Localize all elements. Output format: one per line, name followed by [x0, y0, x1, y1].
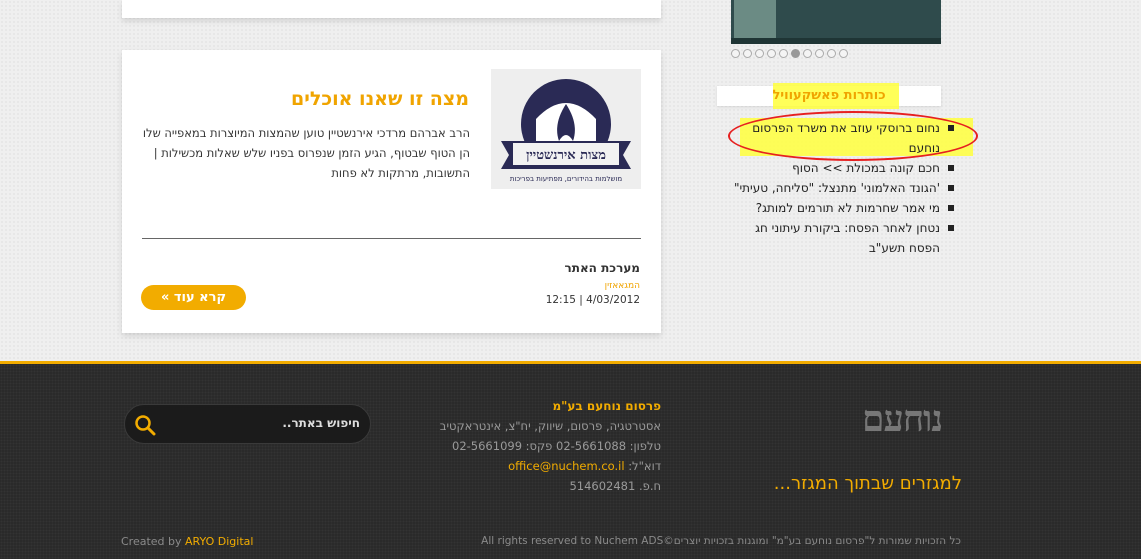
red-annotation-circle	[728, 111, 978, 161]
slider-dot[interactable]	[827, 49, 836, 58]
search-box[interactable]: חיפוש באתר..	[124, 404, 371, 444]
headline-item[interactable]: חכם קונה במכולת >> הסוף	[730, 158, 957, 178]
slider-dot[interactable]	[803, 49, 812, 58]
read-more-button[interactable]: קרא עוד »	[141, 285, 246, 310]
search-input[interactable]: חיפוש באתר..	[282, 416, 360, 430]
slider-dot[interactable]	[839, 49, 848, 58]
logo-text: מצות אירנשטיין	[526, 148, 606, 163]
slider-dots	[731, 49, 848, 61]
article-category[interactable]: המגאאזין	[605, 281, 640, 291]
banner-slider[interactable]	[731, 0, 941, 44]
slider-dot[interactable]	[779, 49, 788, 58]
matzah-logo-icon: מצות אירנשטיין מושלמות בהידורים, מפתיעות…	[491, 69, 641, 189]
site-credit: Created by ARYO Digital	[121, 535, 253, 548]
previous-article-card	[122, 0, 661, 18]
email-link[interactable]: office@nuchem.co.il	[508, 459, 624, 473]
headline-item[interactable]: נטחן לאחר הפסח: ביקורת עיתוני חג הפסח תש…	[730, 218, 957, 258]
search-icon[interactable]	[134, 414, 156, 436]
slider-dot[interactable]	[731, 49, 740, 58]
article-date: 12:15 | 4/03/2012	[545, 294, 640, 306]
company-email-row: דוא"ל: office@nuchem.co.il	[436, 456, 661, 476]
credit-prefix: Created by	[121, 535, 182, 548]
company-services: אסטרטגיה, פרסום, שיווק, יח"צ, אינטראקטיב	[439, 419, 661, 433]
email-label: דוא"ל:	[628, 459, 661, 473]
sidebar-title: כותרות פאשקעוויל	[772, 88, 886, 103]
company-name: פרסום נוחעם בע"מ	[552, 399, 662, 413]
company-info: פרסום נוחעם בע"מ אסטרטגיה, פרסום, שיווק,…	[436, 396, 661, 496]
credit-link[interactable]: ARYO Digital	[185, 535, 253, 548]
divider	[142, 238, 641, 239]
company-phone: טלפון: 02-5661088 פקס: 02-5661099	[452, 439, 661, 453]
headline-item[interactable]: מי אמר שחרמות לא תורמים למותג?	[730, 198, 957, 218]
article-title[interactable]: מצה זו שאנו אוכלים	[291, 88, 469, 110]
copyright: כל הזכויות שמורות ל"פרסום נוחעם בע"מ" ומ…	[481, 535, 961, 547]
headline-item[interactable]: 'הגונד האלמוני' מתנצל: "סליחה, טעיתי"	[730, 178, 957, 198]
slider-book-image	[734, 0, 776, 40]
slider-caption-strip	[731, 38, 941, 44]
article-author: מערכת האתר	[564, 261, 640, 275]
footer-logo[interactable]: נוחעם	[862, 398, 943, 440]
slider-dot[interactable]	[743, 49, 752, 58]
article-thumbnail[interactable]: מצות אירנשטיין מושלמות בהידורים, מפתיעות…	[491, 69, 641, 189]
slider-dot[interactable]	[755, 49, 764, 58]
company-id: ח.פ. 514602481	[569, 479, 661, 493]
slider-dot[interactable]	[815, 49, 824, 58]
article-excerpt: הרב אברהם מרדכי אירנשטיין טוען שהמצות המ…	[142, 126, 470, 180]
logo-subtext: מושלמות בהידורים, מפתיעות בפריכות	[510, 175, 622, 183]
slider-dot[interactable]	[791, 49, 800, 58]
slider-dot[interactable]	[767, 49, 776, 58]
footer-slogan: למגזרים שבתוך המגזר...	[773, 473, 962, 494]
article-card: מצות אירנשטיין מושלמות בהידורים, מפתיעות…	[122, 50, 661, 333]
